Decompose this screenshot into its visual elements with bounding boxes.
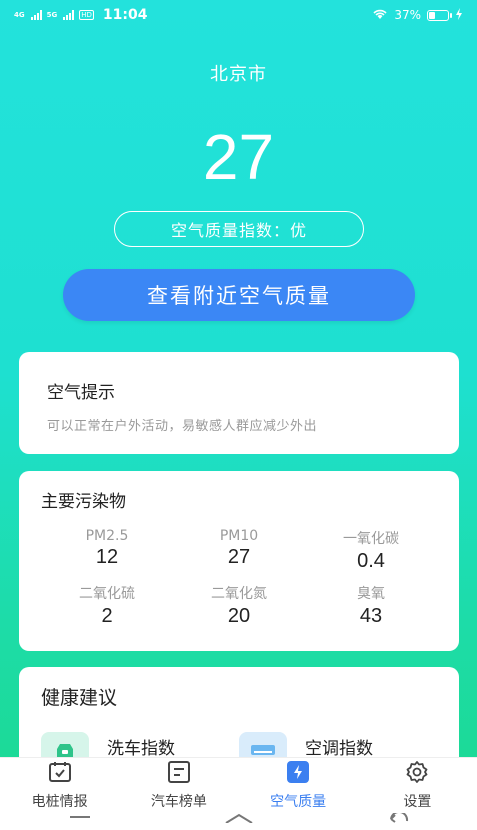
status-left: 4G 5G HD 11:04 <box>14 7 147 23</box>
pollutant-name: 二氧化氮 <box>211 586 267 602</box>
tab-label: 汽车榜单 <box>150 794 207 810</box>
pollutants-grid: PM2.5 12 PM10 27 一氧化碳 0.4 二氧化硫 2 二氧化氮 20… <box>41 528 437 628</box>
tab-settings[interactable]: 设置 <box>358 758 477 813</box>
hd-badge: HD <box>79 10 94 20</box>
pollutant-item: 一氧化碳 0.4 <box>305 528 437 573</box>
aqi-badge: 空气质量指数：优 <box>114 211 364 247</box>
network-label-2: 5G <box>46 11 58 19</box>
pollutant-value: 0.4 <box>357 550 385 572</box>
pollutant-item: 二氧化硫 2 <box>41 583 173 628</box>
battery-icon <box>427 9 452 21</box>
status-bar: 4G 5G HD 11:04 37% <box>0 0 477 30</box>
battery-percent: 37% <box>394 8 421 22</box>
air-tip-card: 空气提示 可以正常在户外活动，易敏感人群应减少外出 <box>19 352 459 454</box>
back-nav-button[interactable] <box>383 813 413 823</box>
gear-icon <box>404 760 430 788</box>
menu-nav-button[interactable] <box>65 813 95 823</box>
car-ranking-icon <box>166 760 192 788</box>
clock: 11:04 <box>102 7 148 23</box>
health-advice-title: 健康建议 <box>41 687 118 709</box>
air-conditioner-index-label: 空调指数 <box>305 739 373 759</box>
city-name: 北京市 <box>210 64 267 85</box>
charging-icon <box>455 7 463 23</box>
system-nav-bar <box>0 813 477 830</box>
wifi-icon <box>372 8 388 23</box>
tab-label: 空气质量 <box>270 794 327 810</box>
pollutant-item: PM10 27 <box>173 528 305 573</box>
tab-label: 设置 <box>403 794 432 810</box>
pollutant-item: 臭氧 43 <box>305 583 437 628</box>
view-nearby-air-quality-button[interactable]: 查看附近空气质量 <box>63 269 415 321</box>
pollutant-value: 2 <box>101 605 113 627</box>
pollutant-value: 12 <box>95 546 119 568</box>
status-right: 37% <box>372 7 463 23</box>
air-tip-title: 空气提示 <box>47 383 115 403</box>
pollutant-name: PM2.5 <box>85 528 129 544</box>
network-label-1: 4G <box>14 11 25 19</box>
pollutant-value: 20 <box>227 605 251 627</box>
signal-icon-1 <box>30 10 42 20</box>
pollutant-value: 43 <box>359 605 383 627</box>
pollutant-name: 臭氧 <box>357 586 385 602</box>
tab-car-ranking[interactable]: 汽车榜单 <box>119 758 238 813</box>
aqi-value: 27 <box>202 121 275 193</box>
pollutant-item: 二氧化氮 20 <box>173 583 305 628</box>
air-quality-icon <box>285 760 311 788</box>
home-nav-button[interactable] <box>224 813 254 823</box>
tab-charging-pile[interactable]: 电桩情报 <box>0 758 119 813</box>
car-wash-index-label: 洗车指数 <box>107 739 175 759</box>
battery-level <box>429 11 436 19</box>
pollutant-name: PM10 <box>219 528 259 544</box>
pollutant-name: 一氧化碳 <box>343 531 399 547</box>
signal-icon-2 <box>63 10 75 20</box>
bottom-tab-bar: 电桩情报 汽车榜单 空气质量 设置 <box>0 757 477 813</box>
pollutant-value: 27 <box>227 546 251 568</box>
pollutant-item: PM2.5 12 <box>41 528 173 573</box>
pollutants-card: 主要污染物 PM2.5 12 PM10 27 一氧化碳 0.4 二氧化硫 2 二… <box>19 471 459 651</box>
pollutants-title: 主要污染物 <box>41 492 126 512</box>
air-tip-text: 可以正常在户外活动，易敏感人群应减少外出 <box>47 419 318 434</box>
charging-pile-icon <box>47 760 73 788</box>
tab-air-quality[interactable]: 空气质量 <box>239 758 358 813</box>
tab-label: 电桩情报 <box>31 794 88 810</box>
pollutant-name: 二氧化硫 <box>79 586 135 602</box>
